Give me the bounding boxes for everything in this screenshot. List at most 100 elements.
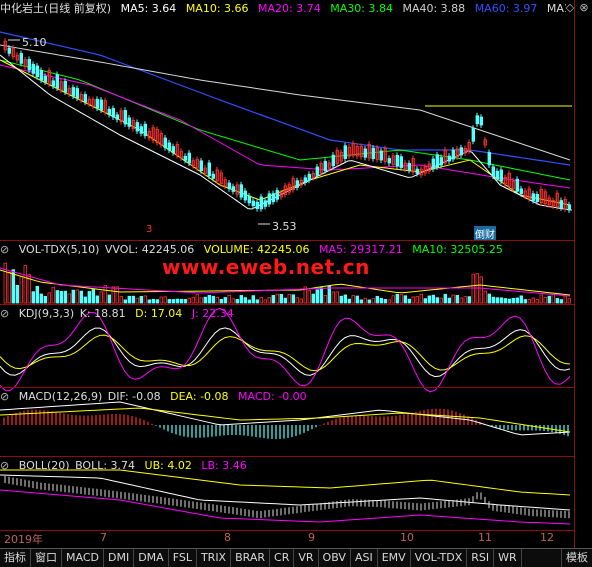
ma10-value: MA10: 3.66	[185, 2, 249, 15]
volume-bar	[91, 289, 95, 304]
candle-body	[399, 156, 403, 168]
volume-bar	[483, 290, 487, 304]
volume-bar	[419, 293, 423, 304]
boll-mid-value: BOLL: 3.74	[75, 459, 136, 472]
tab-trix[interactable]: TRIX	[197, 549, 232, 567]
candle-body	[167, 142, 171, 151]
tab-cr[interactable]: CR	[270, 549, 295, 567]
tab-template[interactable]: 模板	[561, 549, 592, 567]
ma5-value: MA5: 3.64	[120, 2, 177, 15]
tab-指标[interactable]: 指标	[0, 549, 31, 567]
ma30-value: MA30: 3.84	[330, 2, 393, 15]
close-icon[interactable]: ⊗	[578, 2, 590, 14]
candle-body	[387, 158, 391, 164]
tab-vr[interactable]: VR	[294, 549, 319, 567]
volume-bar	[135, 297, 139, 304]
volume-bar	[511, 297, 515, 304]
volume-bar	[527, 299, 531, 304]
candle-body	[451, 149, 455, 160]
volume-bar	[75, 289, 79, 304]
volume-bar	[515, 297, 519, 304]
candle-body	[111, 108, 115, 118]
candle-body	[99, 99, 103, 111]
tab-vol-tdx[interactable]: VOL-TDX	[411, 549, 468, 567]
volume-bar	[463, 296, 467, 304]
volume-bar	[159, 296, 163, 304]
candle-body	[379, 150, 383, 161]
tab-emv[interactable]: EMV	[378, 549, 411, 567]
tab-fsl[interactable]: FSL	[169, 549, 197, 567]
candle-body	[395, 155, 399, 167]
price-pane[interactable]	[0, 31, 573, 225]
volume-bar	[307, 289, 311, 304]
volume-bar	[283, 297, 287, 304]
candle-body	[63, 80, 67, 93]
volume-bar	[95, 295, 99, 304]
pane-toggle-icon[interactable]: ⊘	[0, 459, 9, 472]
volume-bar	[435, 297, 439, 304]
tab-rsi[interactable]: RSI	[467, 549, 495, 567]
volume-bar	[311, 293, 315, 304]
volume-bar	[327, 285, 331, 304]
volume-bar	[115, 286, 119, 304]
tab-dmi[interactable]: DMI	[104, 549, 135, 567]
volume-bar	[507, 298, 511, 304]
volume-bar	[255, 299, 259, 304]
stock-title: 中化岩土(日线 前复权)	[0, 2, 112, 15]
pane-toggle-icon[interactable]: ⊘	[0, 243, 9, 256]
candle-body	[363, 148, 367, 158]
volume-bar	[343, 294, 347, 304]
volume-bar	[495, 297, 499, 304]
volume-bar	[267, 297, 271, 304]
volume-bar	[235, 298, 239, 304]
candle-body	[471, 127, 475, 142]
kdj-d-line	[0, 334, 571, 372]
boll-pane[interactable]	[0, 469, 571, 525]
tab-macd[interactable]: MACD	[62, 549, 104, 567]
volume-bar	[315, 289, 319, 304]
date-label: 11	[478, 531, 492, 544]
macd-pane[interactable]	[0, 401, 571, 440]
macd-dif-value: DIF: -0.08	[107, 390, 161, 403]
volume-bar	[503, 298, 507, 304]
candle-body	[323, 160, 327, 171]
candle-body	[415, 168, 419, 174]
candle-body	[475, 115, 479, 125]
ma30-line	[0, 59, 571, 181]
volume-bar	[563, 295, 567, 304]
volume-bar	[339, 295, 343, 304]
volume-bar	[147, 299, 151, 304]
volume-bar	[167, 299, 171, 304]
candle-body	[567, 204, 571, 211]
candle-body	[135, 122, 139, 132]
volume-bar	[319, 287, 323, 304]
event-mark-2[interactable]: 倒财	[474, 226, 496, 241]
volume-bar	[263, 299, 267, 304]
tab-asi[interactable]: ASI	[351, 549, 378, 567]
tab-dma[interactable]: DMA	[134, 549, 169, 567]
volume-bar	[347, 298, 351, 304]
candle-body	[239, 184, 243, 198]
candle-body	[187, 152, 191, 164]
pane-toggle-icon[interactable]: ⊘	[0, 390, 9, 403]
volume-bar	[207, 294, 211, 304]
tab-brar[interactable]: BRAR	[231, 549, 271, 567]
volume-bar	[567, 298, 571, 304]
volume-bar	[51, 286, 55, 304]
volume-bar	[151, 298, 155, 304]
ma20-value: MA20: 3.74	[258, 2, 321, 15]
tab-窗口[interactable]: 窗口	[31, 549, 62, 567]
macd-value: MACD: -0.00	[238, 390, 307, 403]
tab-wr[interactable]: WR	[494, 549, 522, 567]
event-mark-1[interactable]: 3	[146, 224, 152, 235]
volume-bar	[31, 291, 35, 304]
volume-bar	[555, 298, 559, 304]
volume-bar	[163, 296, 167, 304]
candle-body	[183, 155, 187, 161]
pane-toggle-icon[interactable]: ⊘	[0, 307, 9, 320]
volume-bar	[239, 295, 243, 304]
candle-body	[55, 74, 59, 89]
indicator-tab-bar: 指标 窗口 MACD DMI DMA FSL TRIX BRAR CR VR OBV ASI EMV VO…	[0, 548, 592, 567]
ma60-value: MA60: 3.97	[474, 2, 538, 15]
tab-obv[interactable]: OBV	[319, 549, 351, 567]
